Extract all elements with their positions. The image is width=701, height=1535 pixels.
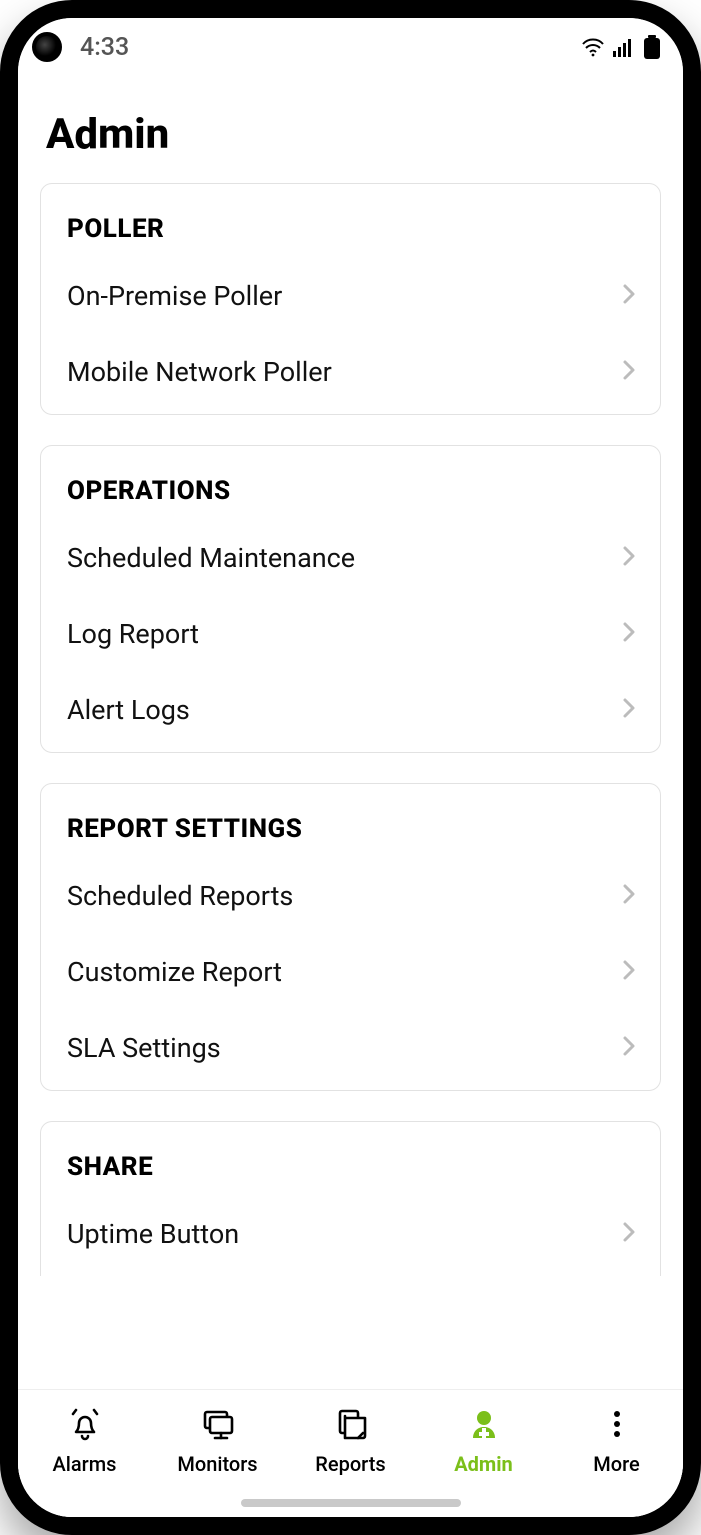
reports-icon [331, 1404, 371, 1444]
chevron-right-icon [620, 696, 638, 724]
page-header: Admin [18, 76, 683, 183]
chevron-right-icon [620, 358, 638, 386]
section-report-settings: REPORT SETTINGS Scheduled Reports Custom… [40, 783, 661, 1091]
status-icons [581, 35, 661, 59]
row-label: Scheduled Reports [67, 880, 620, 912]
chevron-right-icon [620, 1034, 638, 1062]
section-operations: OPERATIONS Scheduled Maintenance Log Rep… [40, 445, 661, 753]
wifi-icon [581, 37, 605, 57]
chevron-right-icon [620, 620, 638, 648]
row-label: Alert Logs [67, 694, 620, 726]
status-bar: 4:33 [18, 18, 683, 76]
tab-label: Alarms [53, 1452, 117, 1476]
chevron-right-icon [620, 544, 638, 572]
section-header-share: SHARE [41, 1122, 660, 1196]
tab-label: Monitors [177, 1452, 257, 1476]
tab-label: Reports [315, 1452, 385, 1476]
row-label: Customize Report [67, 956, 620, 988]
chevron-right-icon [620, 882, 638, 910]
row-customize-report[interactable]: Customize Report [41, 934, 660, 1010]
row-log-report[interactable]: Log Report [41, 596, 660, 672]
row-alert-logs[interactable]: Alert Logs [41, 672, 660, 752]
row-scheduled-reports[interactable]: Scheduled Reports [41, 858, 660, 934]
section-header-operations: OPERATIONS [41, 446, 660, 520]
section-header-poller: POLLER [41, 184, 660, 258]
tab-bar: Alarms Monitors [18, 1389, 683, 1517]
row-label: Uptime Button [67, 1218, 620, 1250]
section-poller: POLLER On-Premise Poller Mobile Network … [40, 183, 661, 415]
row-label: Scheduled Maintenance [67, 542, 620, 574]
signal-icon [613, 37, 635, 57]
chevron-right-icon [620, 958, 638, 986]
device-frame: 4:33 [0, 0, 701, 1535]
section-header-report-settings: REPORT SETTINGS [41, 784, 660, 858]
row-label: Log Report [67, 618, 620, 650]
content-scroll[interactable]: POLLER On-Premise Poller Mobile Network … [18, 183, 683, 1389]
section-share: SHARE Uptime Button [40, 1121, 661, 1276]
tab-reports[interactable]: Reports [284, 1390, 417, 1476]
more-icon [597, 1404, 637, 1444]
tab-label: Admin [454, 1452, 513, 1476]
row-mobile-network-poller[interactable]: Mobile Network Poller [41, 334, 660, 414]
bell-icon [65, 1404, 105, 1444]
tab-label: More [593, 1452, 639, 1476]
status-time: 4:33 [80, 33, 129, 62]
row-label: Mobile Network Poller [67, 356, 620, 388]
row-scheduled-maintenance[interactable]: Scheduled Maintenance [41, 520, 660, 596]
tab-admin[interactable]: Admin [417, 1390, 550, 1476]
home-indicator[interactable] [241, 1499, 461, 1507]
page-title: Admin [46, 110, 653, 159]
row-uptime-button[interactable]: Uptime Button [41, 1196, 660, 1276]
admin-icon [464, 1404, 504, 1444]
row-label: On-Premise Poller [67, 280, 620, 312]
chevron-right-icon [620, 1220, 638, 1248]
battery-icon [643, 35, 661, 59]
row-on-premise-poller[interactable]: On-Premise Poller [41, 258, 660, 334]
row-sla-settings[interactable]: SLA Settings [41, 1010, 660, 1090]
row-label: SLA Settings [67, 1032, 620, 1064]
tab-more[interactable]: More [550, 1390, 683, 1476]
chevron-right-icon [620, 282, 638, 310]
tab-alarms[interactable]: Alarms [18, 1390, 151, 1476]
screen: 4:33 [18, 18, 683, 1517]
camera-punch-hole [32, 32, 62, 62]
tab-monitors[interactable]: Monitors [151, 1390, 284, 1476]
monitor-icon [198, 1404, 238, 1444]
